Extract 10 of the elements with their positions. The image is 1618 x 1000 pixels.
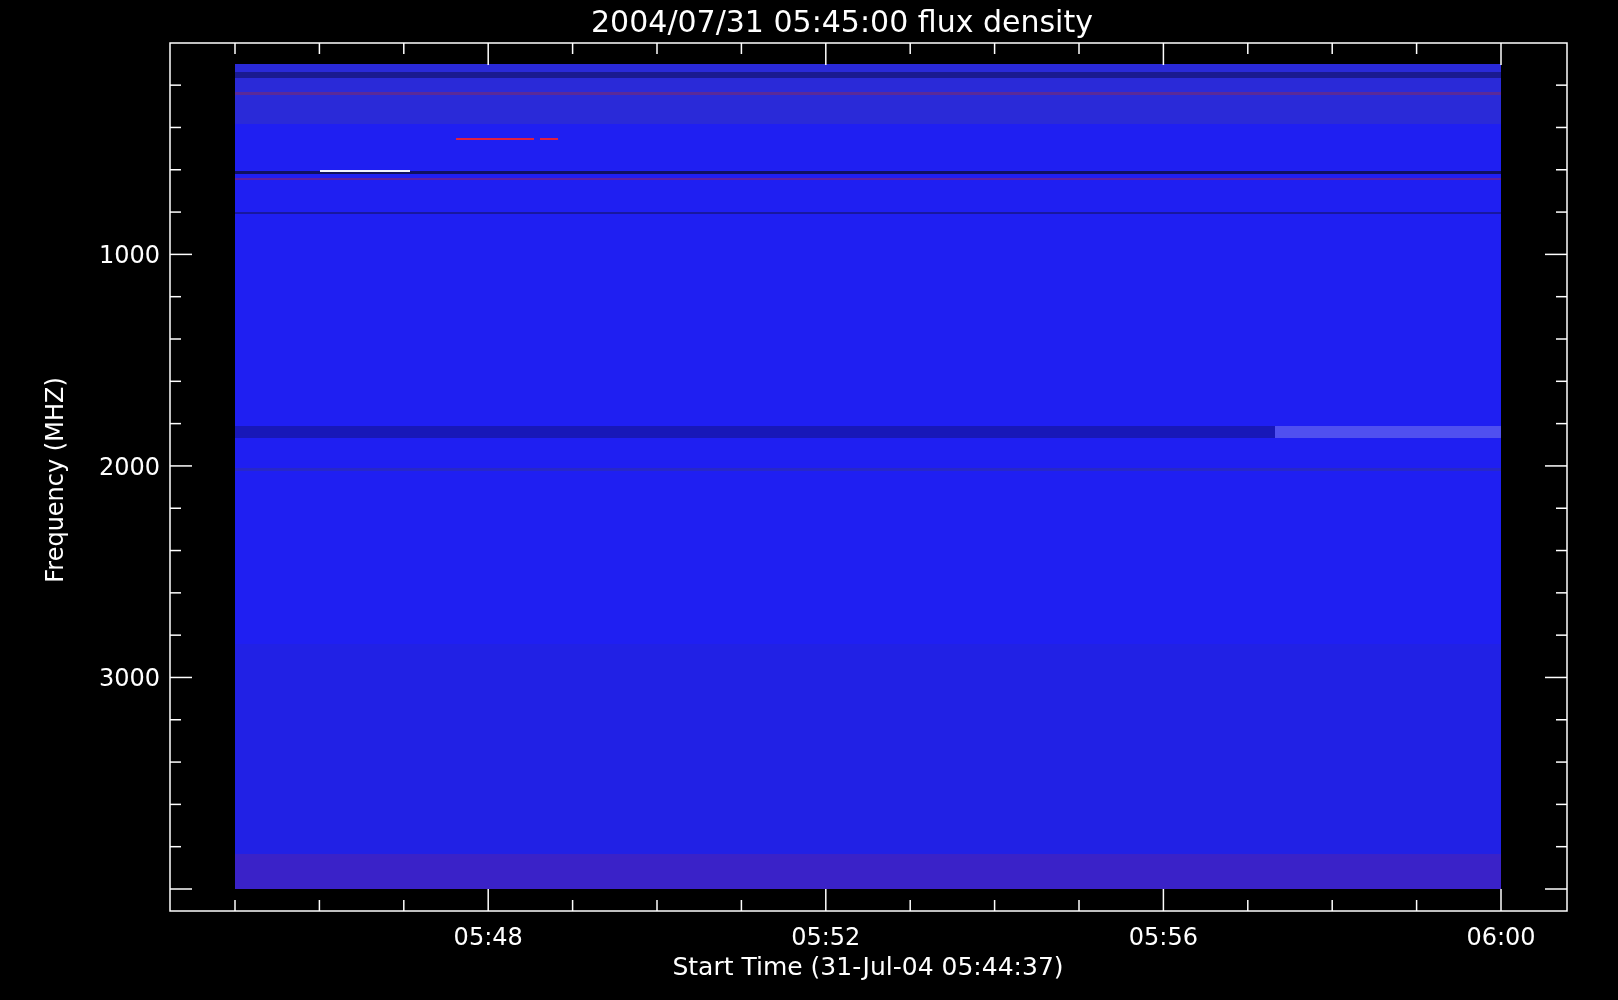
y-axis-label: Frequency (MHZ): [41, 377, 69, 583]
x-axis-label: Start Time (31-Jul-04 05:44:37): [672, 952, 1064, 981]
x-tick-label: 05:56: [1128, 923, 1198, 951]
y-tick-label: 2000: [98, 452, 160, 481]
x-tick-label: 05:48: [453, 923, 523, 951]
y-tick-label: 3000: [98, 664, 160, 693]
plot-title: 2004/07/31 05:45:00 flux density: [591, 4, 1093, 39]
x-tick-label: 05:52: [791, 923, 861, 951]
x-tick-label: 06:00: [1466, 923, 1536, 951]
y-tick-label: 1000: [98, 241, 160, 270]
